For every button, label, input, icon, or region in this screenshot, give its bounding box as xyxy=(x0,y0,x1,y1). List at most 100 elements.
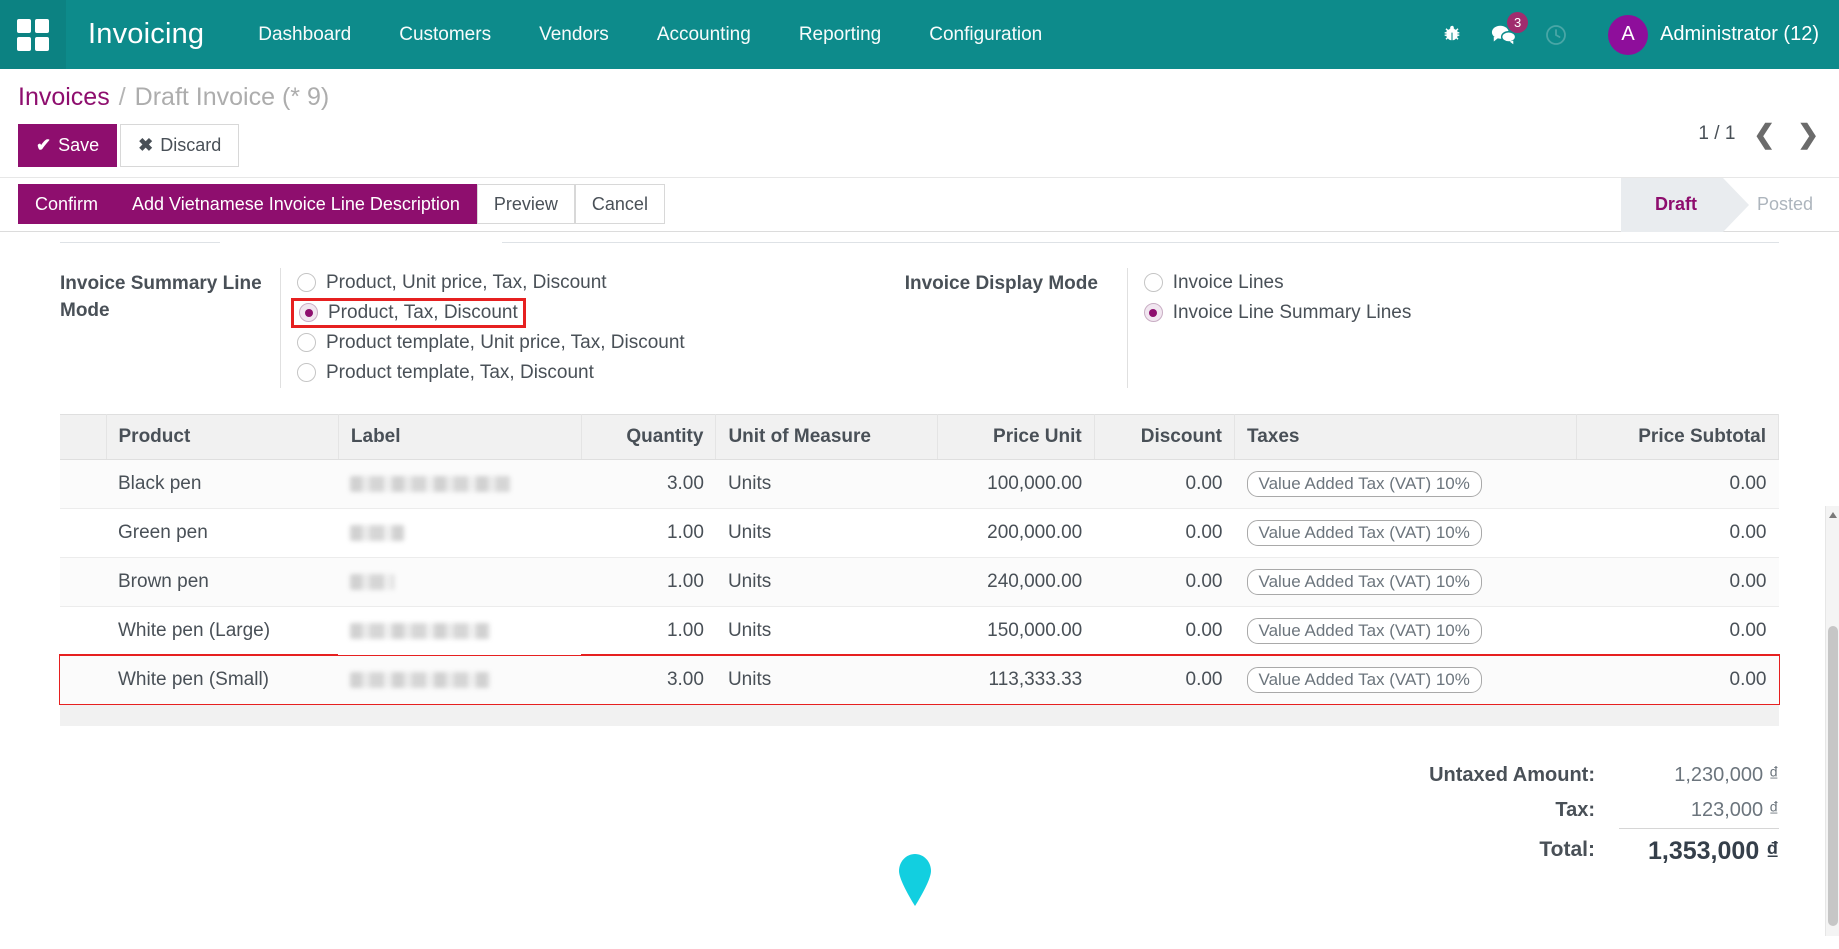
breadcrumb: Invoices / Draft Invoice (* 9) xyxy=(18,83,1821,112)
cell-unit-of-measure[interactable]: Units xyxy=(716,508,937,557)
tax-tag: Value Added Tax (VAT) 10% xyxy=(1247,667,1482,693)
tax-tag: Value Added Tax (VAT) 10% xyxy=(1247,471,1482,497)
radio-circle-icon xyxy=(297,273,316,292)
radio-label: Invoice Lines xyxy=(1173,272,1284,294)
control-panel: Invoices / Draft Invoice (* 9) ✔Save ✖Di… xyxy=(0,69,1839,178)
cell-discount[interactable]: 0.00 xyxy=(1094,606,1234,655)
radio-invoice-lines[interactable]: Invoice Lines xyxy=(1138,268,1290,298)
apps-menu-button[interactable] xyxy=(0,0,66,69)
column-header-price-subtotal[interactable]: Price Subtotal xyxy=(1577,414,1779,459)
cell-quantity[interactable]: 3.00 xyxy=(581,459,716,508)
cell-unit-of-measure[interactable]: Units xyxy=(716,655,937,704)
totals-panel: Untaxed Amount: 1,230,000 ₫ Tax: 123,000… xyxy=(0,758,1839,872)
cell-product[interactable]: Black pen xyxy=(106,459,338,508)
column-header-product[interactable]: Product xyxy=(106,414,338,459)
scroll-up-arrow-icon[interactable] xyxy=(1829,512,1837,518)
column-header-discount[interactable]: Discount xyxy=(1094,414,1234,459)
cell-taxes[interactable]: Value Added Tax (VAT) 10% xyxy=(1235,655,1577,704)
discard-button[interactable]: ✖Discard xyxy=(120,124,239,167)
cell-product[interactable]: White pen (Large) xyxy=(106,606,338,655)
cell-label-redacted[interactable] xyxy=(338,459,581,508)
cell-product[interactable]: White pen (Small) xyxy=(106,655,338,704)
radio-product-unitprice-tax-discount[interactable]: Product, Unit price, Tax, Discount xyxy=(291,268,613,298)
bug-icon[interactable] xyxy=(1426,0,1478,69)
cell-label-redacted[interactable] xyxy=(338,508,581,557)
menu-item-customers[interactable]: Customers xyxy=(375,14,515,56)
drag-handle-icon[interactable] xyxy=(60,655,106,704)
cell-discount[interactable]: 0.00 xyxy=(1094,655,1234,704)
column-header-price-unit[interactable]: Price Unit xyxy=(937,414,1094,459)
cell-price-unit[interactable]: 150,000.00 xyxy=(937,606,1094,655)
radio-product-tax-discount[interactable]: Product, Tax, Discount xyxy=(291,298,526,328)
cell-taxes[interactable]: Value Added Tax (VAT) 10% xyxy=(1235,459,1577,508)
main-menu: Dashboard Customers Vendors Accounting R… xyxy=(234,14,1066,56)
record-actions: ✔Save ✖Discard xyxy=(18,124,1821,167)
messages-icon[interactable]: 3 xyxy=(1478,0,1530,69)
table-row[interactable]: Brown pen 1.00 Units 240,000.00 0.00 Val… xyxy=(60,557,1779,606)
table-row-highlighted[interactable]: White pen (Small) 3.00 Units 113,333.33 … xyxy=(60,655,1779,704)
radio-circle-icon xyxy=(1144,273,1163,292)
radio-label: Product, Unit price, Tax, Discount xyxy=(326,272,607,294)
radio-producttemplate-tax-discount[interactable]: Product template, Tax, Discount xyxy=(291,358,600,388)
clock-icon[interactable] xyxy=(1530,0,1582,69)
menu-item-configuration[interactable]: Configuration xyxy=(905,14,1066,56)
cell-discount[interactable]: 0.00 xyxy=(1094,508,1234,557)
cell-label-redacted[interactable] xyxy=(338,655,581,704)
cell-price-unit[interactable]: 100,000.00 xyxy=(937,459,1094,508)
status-draft[interactable]: Draft xyxy=(1621,178,1723,232)
drag-handle-icon[interactable] xyxy=(60,459,106,508)
tax-label: Tax: xyxy=(1429,793,1619,829)
table-row[interactable]: Green pen 1.00 Units 200,000.00 0.00 Val… xyxy=(60,508,1779,557)
chevron-left-icon[interactable]: ❮ xyxy=(1753,121,1775,147)
cell-product[interactable]: Green pen xyxy=(106,508,338,557)
cell-taxes[interactable]: Value Added Tax (VAT) 10% xyxy=(1235,557,1577,606)
menu-item-vendors[interactable]: Vendors xyxy=(515,14,633,56)
invoice-display-mode-group: Invoice Display Mode Invoice Lines Invoi… xyxy=(905,268,1418,388)
column-header-unit-of-measure[interactable]: Unit of Measure xyxy=(716,414,937,459)
save-button[interactable]: ✔Save xyxy=(18,124,117,167)
cell-quantity[interactable]: 1.00 xyxy=(581,557,716,606)
cell-quantity[interactable]: 1.00 xyxy=(581,508,716,557)
cancel-button[interactable]: Cancel xyxy=(575,184,665,225)
menu-item-dashboard[interactable]: Dashboard xyxy=(234,14,375,56)
cell-unit-of-measure[interactable]: Units xyxy=(716,459,937,508)
cell-quantity[interactable]: 1.00 xyxy=(581,606,716,655)
cell-price-unit[interactable]: 240,000.00 xyxy=(937,557,1094,606)
radio-producttemplate-unitprice-tax-discount[interactable]: Product template, Unit price, Tax, Disco… xyxy=(291,328,691,358)
radio-invoice-line-summary-lines[interactable]: Invoice Line Summary Lines xyxy=(1138,298,1418,328)
cell-taxes[interactable]: Value Added Tax (VAT) 10% xyxy=(1235,508,1577,557)
cell-price-unit[interactable]: 113,333.33 xyxy=(937,655,1094,704)
cell-product[interactable]: Brown pen xyxy=(106,557,338,606)
add-vietnamese-invoice-line-description-button[interactable]: Add Vietnamese Invoice Line Description xyxy=(115,184,477,225)
table-row[interactable]: White pen (Large) 1.00 Units 150,000.00 … xyxy=(60,606,1779,655)
column-header-taxes[interactable]: Taxes xyxy=(1235,414,1577,459)
breadcrumb-invoices-link[interactable]: Invoices xyxy=(18,83,110,112)
cell-label-redacted[interactable] xyxy=(338,557,581,606)
check-icon: ✔ xyxy=(36,135,51,155)
menu-item-reporting[interactable]: Reporting xyxy=(775,14,905,56)
radio-circle-selected-icon xyxy=(1144,303,1163,322)
cell-discount[interactable]: 0.00 xyxy=(1094,459,1234,508)
cell-unit-of-measure[interactable]: Units xyxy=(716,557,937,606)
action-button-bar: Confirm Add Vietnamese Invoice Line Desc… xyxy=(0,178,1839,232)
cell-label-redacted[interactable] xyxy=(338,606,581,655)
cell-unit-of-measure[interactable]: Units xyxy=(716,606,937,655)
table-row[interactable]: Black pen 3.00 Units 100,000.00 0.00 Val… xyxy=(60,459,1779,508)
apps-grid-icon xyxy=(17,19,49,51)
cell-quantity[interactable]: 3.00 xyxy=(581,655,716,704)
cell-taxes[interactable]: Value Added Tax (VAT) 10% xyxy=(1235,606,1577,655)
cell-discount[interactable]: 0.00 xyxy=(1094,557,1234,606)
drag-handle-icon[interactable] xyxy=(60,606,106,655)
column-header-quantity[interactable]: Quantity xyxy=(581,414,716,459)
chevron-right-icon[interactable]: ❯ xyxy=(1797,121,1819,147)
preview-button[interactable]: Preview xyxy=(477,184,575,225)
drag-handle-icon[interactable] xyxy=(60,508,106,557)
confirm-button[interactable]: Confirm xyxy=(18,184,115,225)
vertical-scrollbar[interactable] xyxy=(1825,506,1839,936)
scrollbar-thumb[interactable] xyxy=(1828,626,1838,926)
user-menu[interactable]: A Administrator (12) xyxy=(1608,15,1819,55)
menu-item-accounting[interactable]: Accounting xyxy=(633,14,775,56)
cell-price-unit[interactable]: 200,000.00 xyxy=(937,508,1094,557)
drag-handle-icon[interactable] xyxy=(60,557,106,606)
column-header-label[interactable]: Label xyxy=(338,414,581,459)
